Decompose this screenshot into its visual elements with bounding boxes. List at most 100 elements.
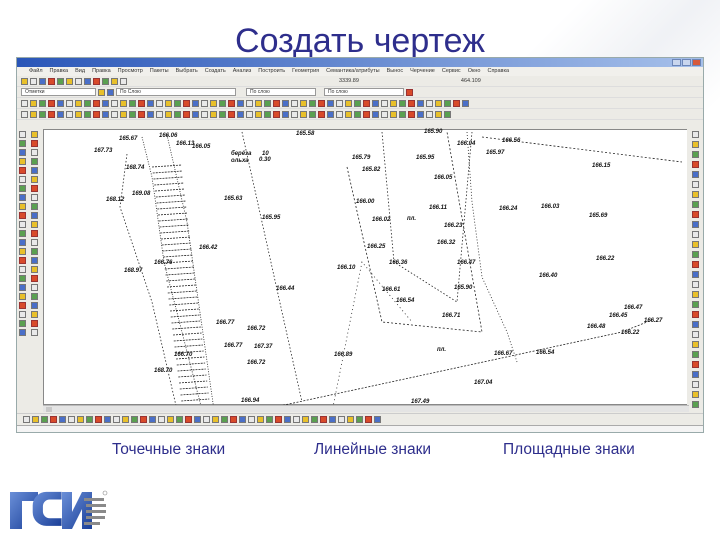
layer-tool-icon[interactable] bbox=[320, 416, 327, 423]
edit-tool-icon[interactable] bbox=[19, 140, 26, 147]
layer-tool-icon[interactable] bbox=[50, 416, 57, 423]
symbol-tool-icon[interactable] bbox=[84, 110, 91, 118]
snap-tool-icon[interactable] bbox=[691, 151, 699, 158]
draw-tool-icon[interactable] bbox=[228, 99, 235, 107]
edit-tool-icon[interactable] bbox=[19, 248, 26, 255]
tool-icon[interactable] bbox=[93, 77, 100, 85]
maximize-button[interactable] bbox=[682, 59, 691, 66]
edit-tool-icon[interactable] bbox=[31, 212, 38, 219]
symbol-tool-icon[interactable] bbox=[75, 110, 82, 118]
symbol-tool-icon[interactable] bbox=[363, 110, 370, 118]
layer-tool-icon[interactable] bbox=[329, 416, 336, 423]
draw-tool-icon[interactable] bbox=[237, 99, 244, 107]
layer-tool-icon[interactable] bbox=[23, 416, 30, 423]
draw-tool-icon[interactable] bbox=[435, 99, 442, 107]
menu-item[interactable]: Окно bbox=[468, 67, 481, 76]
edit-tool-icon[interactable] bbox=[19, 212, 26, 219]
layer-tool-icon[interactable] bbox=[338, 416, 345, 423]
symbol-tool-icon[interactable] bbox=[408, 110, 415, 118]
symbol-tool-icon[interactable] bbox=[66, 110, 73, 118]
layer-tool-icon[interactable] bbox=[176, 416, 183, 423]
layer-tool-icon[interactable] bbox=[77, 416, 84, 423]
snap-tool-icon[interactable] bbox=[691, 201, 699, 208]
draw-tool-icon[interactable] bbox=[210, 99, 217, 107]
layer-tool-icon[interactable] bbox=[374, 416, 381, 423]
symbol-tool-icon[interactable] bbox=[192, 110, 199, 118]
tool-icon[interactable] bbox=[48, 77, 55, 85]
snap-tool-icon[interactable] bbox=[691, 301, 699, 308]
layer-props-icon[interactable] bbox=[107, 88, 114, 96]
symbol-tool-icon[interactable] bbox=[129, 110, 136, 118]
draw-tool-icon[interactable] bbox=[309, 99, 316, 107]
draw-tool-icon[interactable] bbox=[453, 99, 460, 107]
draw-tool-icon[interactable] bbox=[417, 99, 424, 107]
symbol-tool-icon[interactable] bbox=[255, 110, 262, 118]
edit-tool-icon[interactable] bbox=[31, 149, 38, 156]
draw-tool-icon[interactable] bbox=[75, 99, 82, 107]
layer-tool-icon[interactable] bbox=[131, 416, 138, 423]
draw-tool-icon[interactable] bbox=[192, 99, 199, 107]
edit-tool-icon[interactable] bbox=[19, 149, 26, 156]
symbol-tool-icon[interactable] bbox=[345, 110, 352, 118]
draw-tool-icon[interactable] bbox=[399, 99, 406, 107]
draw-tool-icon[interactable] bbox=[291, 99, 298, 107]
menu-item[interactable]: Правка bbox=[50, 67, 69, 76]
edit-tool-icon[interactable] bbox=[19, 320, 26, 327]
layer-tool-icon[interactable] bbox=[284, 416, 291, 423]
symbol-tool-icon[interactable] bbox=[228, 110, 235, 118]
symbol-tool-icon[interactable] bbox=[318, 110, 325, 118]
layer-tool-icon[interactable] bbox=[221, 416, 228, 423]
symbol-tool-icon[interactable] bbox=[156, 110, 163, 118]
draw-tool-icon[interactable] bbox=[264, 99, 271, 107]
snap-tool-icon[interactable] bbox=[691, 391, 699, 398]
edit-tool-icon[interactable] bbox=[31, 329, 38, 336]
menu-item[interactable]: Вид bbox=[75, 67, 85, 76]
edit-tool-icon[interactable] bbox=[19, 257, 26, 264]
draw-tool-icon[interactable] bbox=[120, 99, 127, 107]
snap-tool-icon[interactable] bbox=[691, 241, 699, 248]
snap-tool-icon[interactable] bbox=[691, 211, 699, 218]
draw-tool-icon[interactable] bbox=[129, 99, 136, 107]
lineweight-select[interactable]: По слою bbox=[324, 88, 404, 96]
menu-item[interactable]: Черчение bbox=[410, 67, 435, 76]
draw-tool-icon[interactable] bbox=[138, 99, 145, 107]
symbol-tool-icon[interactable] bbox=[264, 110, 271, 118]
edit-tool-icon[interactable] bbox=[31, 275, 38, 282]
layer-tool-icon[interactable] bbox=[266, 416, 273, 423]
tool-icon[interactable] bbox=[30, 77, 37, 85]
menu-item[interactable]: Просмотр bbox=[118, 67, 143, 76]
layer-tool-icon[interactable] bbox=[248, 416, 255, 423]
draw-tool-icon[interactable] bbox=[372, 99, 379, 107]
symbol-tool-icon[interactable] bbox=[39, 110, 46, 118]
draw-tool-icon[interactable] bbox=[255, 99, 262, 107]
snap-tool-icon[interactable] bbox=[691, 321, 699, 328]
draw-tool-icon[interactable] bbox=[66, 99, 73, 107]
draw-tool-icon[interactable] bbox=[48, 99, 55, 107]
draw-tool-icon[interactable] bbox=[111, 99, 118, 107]
tool-icon[interactable] bbox=[57, 77, 64, 85]
snap-tool-icon[interactable] bbox=[691, 191, 699, 198]
draw-tool-icon[interactable] bbox=[327, 99, 334, 107]
layer-tool-icon[interactable] bbox=[347, 416, 354, 423]
symbol-tool-icon[interactable] bbox=[435, 110, 442, 118]
layer-tool-icon[interactable] bbox=[293, 416, 300, 423]
edit-tool-icon[interactable] bbox=[31, 194, 38, 201]
draw-tool-icon[interactable] bbox=[183, 99, 190, 107]
edit-tool-icon[interactable] bbox=[19, 221, 26, 228]
symbol-tool-icon[interactable] bbox=[219, 110, 226, 118]
edit-tool-icon[interactable] bbox=[19, 176, 26, 183]
symbol-tool-icon[interactable] bbox=[336, 110, 343, 118]
snap-tool-icon[interactable] bbox=[691, 291, 699, 298]
layer-tool-icon[interactable] bbox=[104, 416, 111, 423]
linetype-select[interactable]: По слою bbox=[246, 88, 316, 96]
snap-tool-icon[interactable] bbox=[691, 131, 699, 138]
layer-tool-icon[interactable] bbox=[149, 416, 156, 423]
draw-tool-icon[interactable] bbox=[39, 99, 46, 107]
layer-tool-icon[interactable] bbox=[32, 416, 39, 423]
draw-tool-icon[interactable] bbox=[102, 99, 109, 107]
layer-tool-icon[interactable] bbox=[68, 416, 75, 423]
scrollbar-thumb[interactable] bbox=[46, 407, 52, 412]
snap-tool-icon[interactable] bbox=[691, 311, 699, 318]
snap-tool-icon[interactable] bbox=[691, 371, 699, 378]
edit-tool-icon[interactable] bbox=[19, 194, 26, 201]
